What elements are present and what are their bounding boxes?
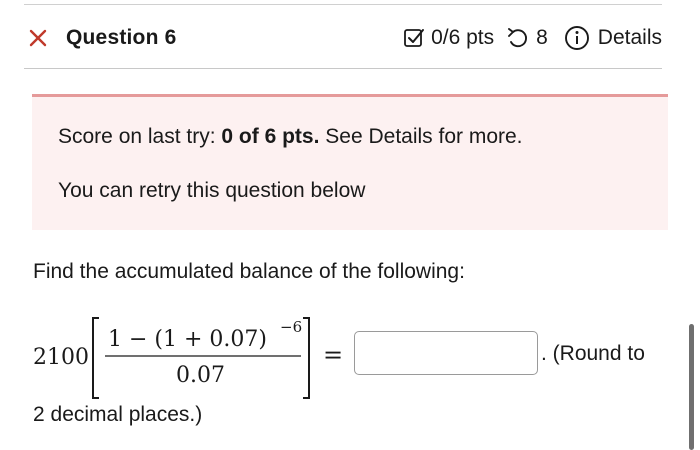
numerator: 1 − (1 + 0.07) <box>108 327 267 352</box>
exponent: −6 <box>280 318 302 336</box>
round-instruction-cont: 2 decimal places.) <box>33 403 203 426</box>
undo-arrow-icon <box>506 27 530 49</box>
answer-input[interactable] <box>354 331 538 375</box>
info-circle-icon[interactable] <box>564 25 590 51</box>
math-expression: 2100 1 − (1 + 0.07) −6 0.07 = . (Round t… <box>33 312 673 404</box>
score-suffix: See Details for more. <box>319 125 523 148</box>
header-right: 0/6 pts 8 Details <box>403 25 662 51</box>
checkbox-check-icon <box>403 27 425 49</box>
denominator: 0.07 <box>176 363 225 388</box>
score-text: 0/6 pts <box>431 26 495 49</box>
question-header: Question 6 0/6 pts 8 Details <box>24 18 662 58</box>
score-value: 0 of 6 pts. <box>221 125 320 148</box>
scrollbar-thumb[interactable] <box>689 324 694 450</box>
equals-sign: = <box>323 341 343 369</box>
left-bracket <box>92 317 99 399</box>
score-summary: Score on last try: 0 of 6 pts. See Detai… <box>58 125 523 149</box>
coefficient: 2100 <box>33 345 89 370</box>
retry-message: You can retry this question below <box>58 179 366 202</box>
details-link[interactable]: Details <box>598 26 662 50</box>
tries-remaining: 8 <box>536 26 548 49</box>
right-bracket <box>303 317 310 399</box>
question-title: Question 6 <box>66 26 177 49</box>
question-page: Question 6 0/6 pts 8 Details Score on la… <box>0 0 700 450</box>
round-instruction: . (Round to <box>541 342 645 365</box>
header-left: Question 6 <box>24 26 177 50</box>
last-try-feedback: Score on last try: 0 of 6 pts. See Detai… <box>32 94 668 230</box>
formula-svg: 2100 1 − (1 + 0.07) −6 0.07 = <box>33 317 343 399</box>
header-divider <box>24 68 662 69</box>
score-prefix: Score on last try: <box>58 125 222 148</box>
close-x-icon[interactable] <box>28 28 48 48</box>
top-divider <box>24 4 662 5</box>
question-prompt: Find the accumulated balance of the foll… <box>33 260 465 283</box>
